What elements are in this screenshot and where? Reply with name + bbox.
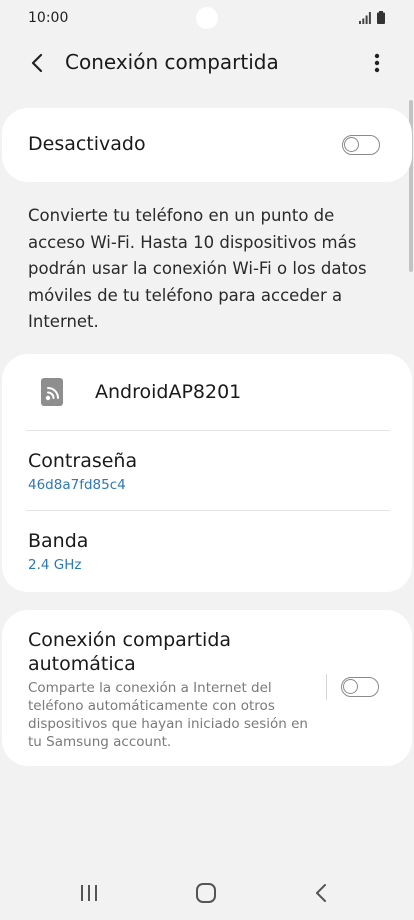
signal-icon [359,12,371,24]
home-button[interactable] [194,882,218,904]
hotspot-toggle[interactable] [342,135,380,155]
battery-icon [377,11,385,24]
band-label[interactable]: Banda [28,530,88,552]
front-camera [196,7,218,29]
toggle-knob [343,679,358,694]
back-nav-button[interactable] [312,882,330,904]
hotspot-master-switch-row[interactable]: Desactivado [2,108,412,182]
password-value: 46d8a7fd85c4 [28,477,126,493]
more-vert-icon [374,53,380,73]
password-label[interactable]: Contraseña [28,450,137,472]
status-bar: 10:00 [0,0,414,38]
vertical-divider [326,674,327,700]
network-name[interactable]: AndroidAP8201 [95,381,241,403]
hotspot-description: Convierte tu teléfono en un punto de acc… [28,206,367,331]
divider [26,510,390,511]
auto-hotspot-description: Comparte la conexión a Internet del telé… [28,680,308,750]
chevron-left-icon [31,53,43,73]
page-title: Conexión compartida [65,50,279,74]
recent-apps-button[interactable] [78,884,100,902]
app-header: Conexión compartida [0,38,414,90]
master-switch-label: Desactivado [28,133,146,155]
back-button[interactable] [22,48,52,78]
phone-hotspot-icon [41,378,63,406]
band-value: 2.4 GHz [28,557,82,573]
status-time: 10:00 [28,10,69,26]
divider [26,430,390,431]
auto-hotspot-toggle[interactable] [341,677,379,697]
more-options-button[interactable] [362,48,392,78]
auto-hotspot-title: Conexión compartida automática [28,629,232,675]
auto-hotspot-row[interactable]: Conexión compartida automática Comparte … [2,610,412,766]
network-settings-card: AndroidAP8201 Contraseña 46d8a7fd85c4 Ba… [2,354,412,592]
navigation-bar [0,864,414,920]
toggle-knob [344,137,359,152]
